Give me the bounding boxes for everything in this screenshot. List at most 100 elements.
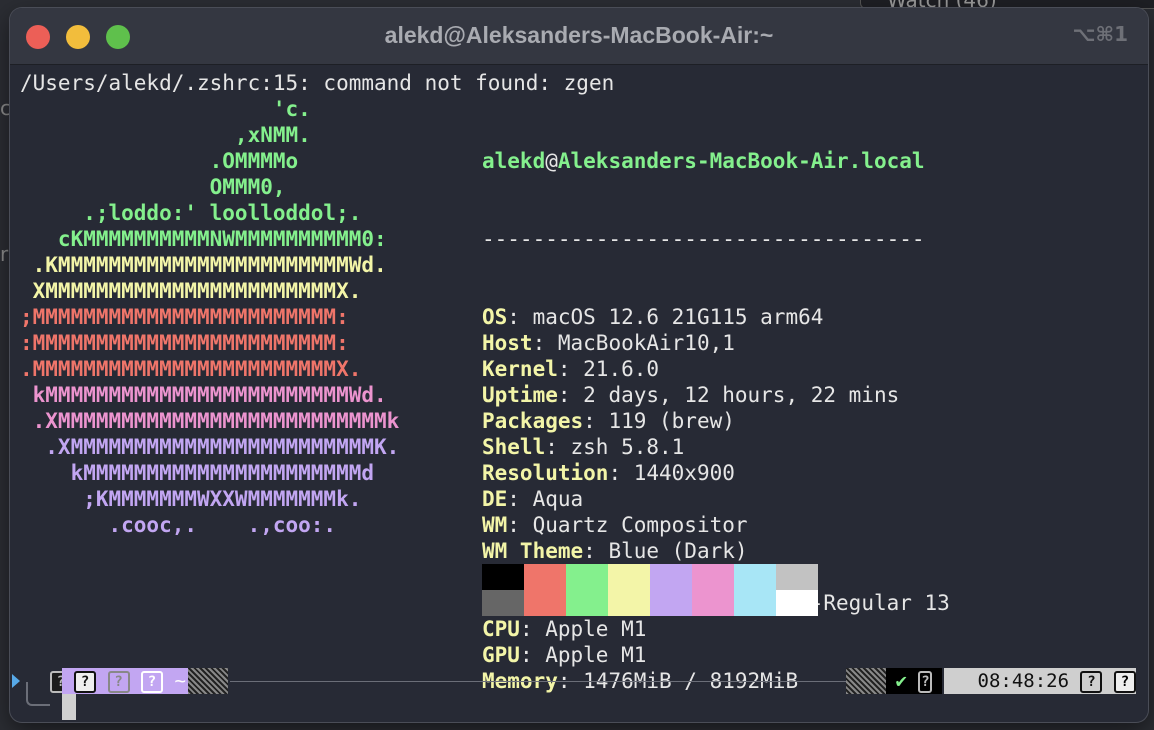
os-icon: ? xyxy=(74,670,97,693)
info-row: Shell: zsh 5.8.1 xyxy=(482,434,950,460)
info-row: OS: macOS 12.6 21G115 arm64 xyxy=(482,304,950,330)
info-key: DE xyxy=(482,487,508,511)
mark-indicator-icon xyxy=(12,674,20,688)
info-value: Blue (Dark) xyxy=(608,539,748,563)
system-info: alekd@Aleksanders-MacBook-Air.local ----… xyxy=(482,96,950,722)
info-separator: : xyxy=(557,357,584,381)
info-separator: : xyxy=(519,617,546,641)
user-host-line: alekd@Aleksanders-MacBook-Air.local xyxy=(482,148,950,174)
logo-line: .KMMMMMMMMMMMMMMMMMMMMMMMWd. xyxy=(20,253,387,277)
info-value: 2 days, 12 hours, 22 mins xyxy=(583,383,900,407)
info-separator: : xyxy=(532,331,558,355)
terminal-content[interactable]: /Users/alekd/.zshrc:15: command not foun… xyxy=(10,68,1148,693)
info-value: Quartz Compositor xyxy=(532,513,748,537)
info-key: CPU xyxy=(482,617,520,641)
dir-segment: ? ? ? ~ xyxy=(62,668,198,694)
info-row: WM: Quartz Compositor xyxy=(482,512,950,538)
logo-line: .cooc,. .,coo:. xyxy=(20,513,337,537)
info-key: WM Theme xyxy=(482,539,584,563)
info-row: DE: Aqua xyxy=(482,486,950,512)
prompt-frame xyxy=(26,682,50,706)
folder-icon: ? xyxy=(141,670,163,693)
info-separator: : xyxy=(507,487,533,511)
home-icon: ? xyxy=(107,670,130,693)
host-name: Aleksanders-MacBook-Air.local xyxy=(557,149,925,173)
prompt-line[interactable]: ? ? ? ? ~ ✔ ? 08:48:26 ? ? xyxy=(10,668,1148,722)
palette-swatch xyxy=(776,590,818,616)
info-row: Resolution: 1440x900 xyxy=(482,460,950,486)
background-glyph: r xyxy=(0,242,9,266)
info-value: Apple M1 xyxy=(545,617,647,641)
info-key: Shell xyxy=(482,435,546,459)
palette-swatch xyxy=(482,564,524,590)
background-glyph: c xyxy=(0,96,11,120)
palette-swatch xyxy=(608,590,650,616)
info-value: 21.6.0 xyxy=(583,357,660,381)
info-value: Aqua xyxy=(532,487,584,511)
palette-swatch xyxy=(692,590,734,616)
title-bar[interactable]: alekd@Aleksanders-MacBook-Air:~ ⌥⌘1 xyxy=(10,8,1148,65)
palette-swatch xyxy=(524,590,566,616)
tab-shortcut: ⌥⌘1 xyxy=(1072,22,1128,46)
text-cursor xyxy=(62,694,76,720)
palette-swatch xyxy=(650,564,692,590)
info-row: Kernel: 21.6.0 xyxy=(482,356,950,382)
logo-line: ,xNMM. xyxy=(20,123,311,147)
info-separator: : xyxy=(583,539,609,563)
palette-swatch xyxy=(566,564,608,590)
info-value: 119 (brew) xyxy=(608,409,735,433)
palette-swatch xyxy=(482,590,524,616)
clock-icon: ? xyxy=(1080,670,1103,693)
palette-swatch xyxy=(650,590,692,616)
info-row: GPU: Apple M1 xyxy=(482,642,950,668)
clock-time: 08:48:26 xyxy=(977,670,1070,692)
info-value: Apple M1 xyxy=(545,643,647,667)
at-sign: @ xyxy=(545,149,558,173)
dir-segment-fade xyxy=(188,668,228,694)
logo-line: .;loddo:' loolloddol;. xyxy=(20,201,362,225)
trailing-glyph: ? xyxy=(1114,670,1136,693)
palette-swatch xyxy=(734,564,776,590)
logo-line: 'c. xyxy=(20,97,311,121)
logo-line: .XMMMMMMMMMMMMMMMMMMMMMMMMK. xyxy=(20,435,400,459)
logo-line: .OMMMMo xyxy=(20,149,299,173)
logo-line: kMMMMMMMMMMMMMMMMMMMMMMd xyxy=(20,461,375,485)
color-palette xyxy=(482,564,818,616)
info-value: 1440x900 xyxy=(633,461,735,485)
logo-line: .MMMMMMMMMMMMMMMMMMMMMMMMX. xyxy=(20,357,362,381)
status-segment: ✔ ? xyxy=(886,668,942,694)
status-segment-fade xyxy=(846,668,886,694)
success-check-icon: ✔ xyxy=(895,670,907,692)
palette-swatch xyxy=(566,590,608,616)
trailing-glyph-icon: ? xyxy=(1114,668,1136,694)
info-row: WM Theme: Blue (Dark) xyxy=(482,538,950,564)
error-line: /Users/alekd/.zshrc:15: command not foun… xyxy=(20,71,615,95)
info-row: CPU: Apple M1 xyxy=(482,616,950,642)
info-separator: : xyxy=(507,305,533,329)
info-key: GPU xyxy=(482,643,520,667)
info-separator: : xyxy=(545,435,571,459)
info-value: zsh 5.8.1 xyxy=(570,435,685,459)
info-value: MacBookAir10,1 xyxy=(557,331,735,355)
palette-swatch xyxy=(734,590,776,616)
status-glyph-icon: ? xyxy=(918,670,933,693)
info-key: Uptime xyxy=(482,383,558,407)
info-separator: : xyxy=(583,409,609,433)
info-row: Uptime: 2 days, 12 hours, 22 mins xyxy=(482,382,950,408)
logo-line: .XMMMMMMMMMMMMMMMMMMMMMMMMMMk xyxy=(20,409,400,433)
palette-swatch xyxy=(692,564,734,590)
logo-line: XMMMMMMMMMMMMMMMMMMMMMMMX. xyxy=(20,279,362,303)
logo-line: ;KMMMMMMMWXXWMMMMMMMk. xyxy=(20,487,362,511)
info-separator: : xyxy=(519,643,546,667)
info-key: Kernel xyxy=(482,357,558,381)
apple-ascii-logo: 'c. ,xNMM. .OMMMMo OMMM0, .;loddo:' lool… xyxy=(20,96,399,538)
info-divider: ----------------------------------- xyxy=(482,227,925,251)
user-name: alekd xyxy=(482,149,546,173)
logo-line: kMMMMMMMMMMMMMMMMMMMMMMMMWd. xyxy=(20,383,387,407)
palette-swatch xyxy=(776,564,818,590)
prompt-separator xyxy=(230,681,848,682)
info-separator: : xyxy=(507,513,533,537)
info-value: macOS 12.6 21G115 arm64 xyxy=(532,305,824,329)
info-key: OS xyxy=(482,305,508,329)
info-key: Host xyxy=(482,331,533,355)
